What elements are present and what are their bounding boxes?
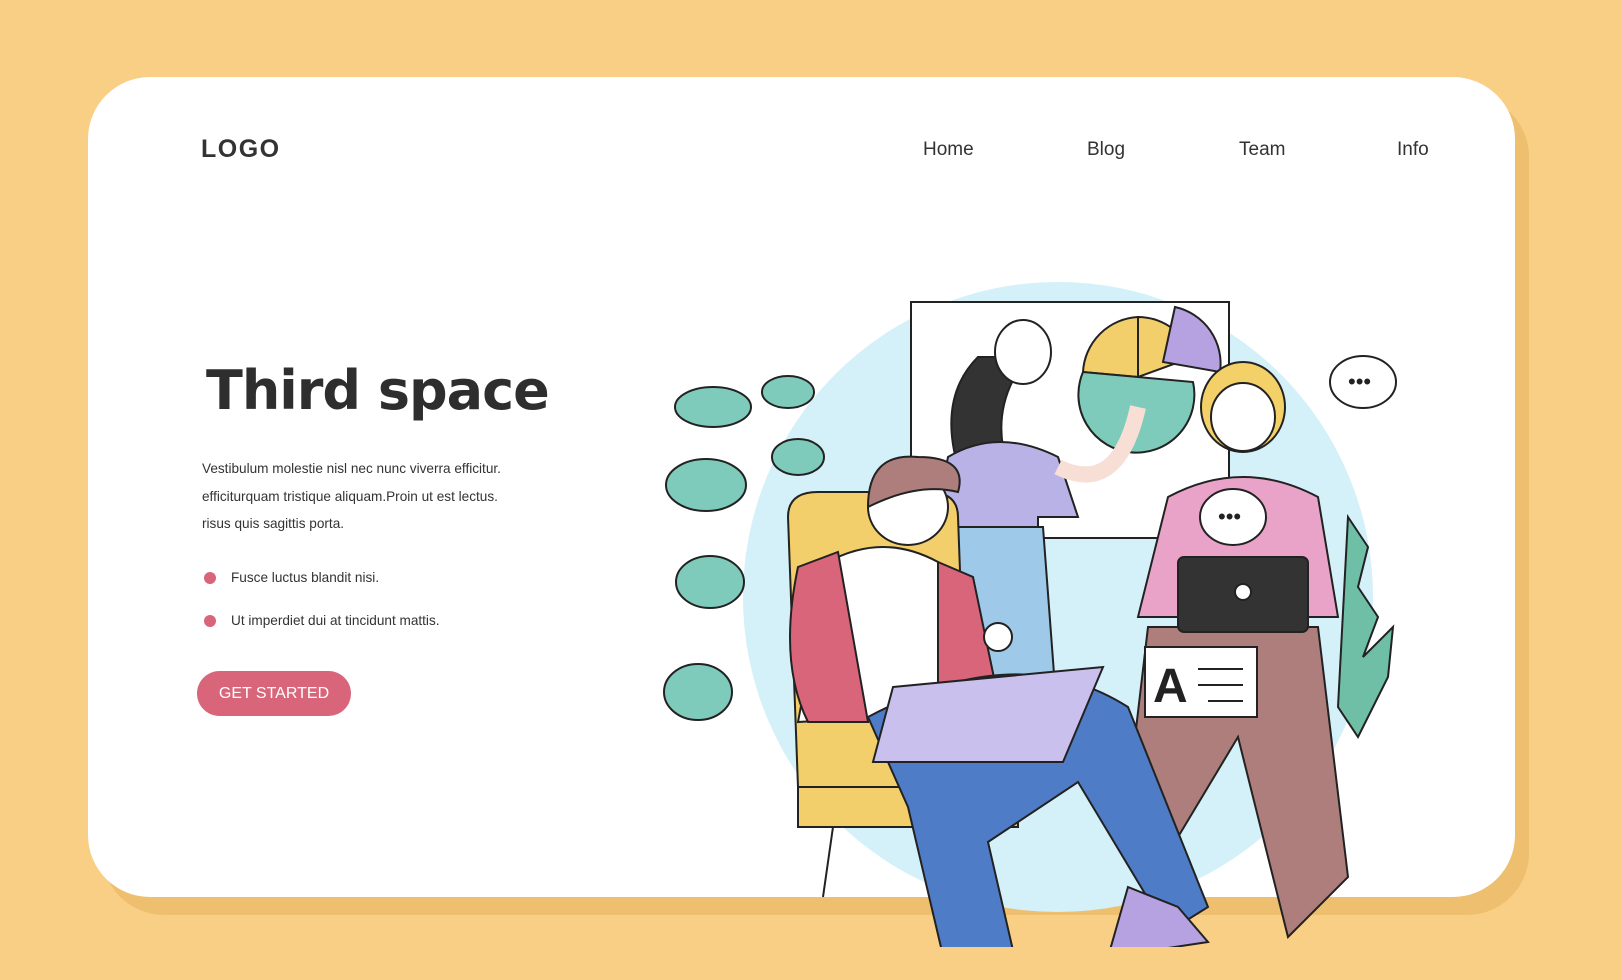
bullet-item: Fusce luctus blandit nisi. <box>202 570 379 585</box>
text-card: A <box>1144 646 1258 718</box>
plant-right <box>1336 513 1395 739</box>
paragraph-line: efficiturquam tristique aliquam.Proin ut… <box>202 488 498 504</box>
nav-team[interactable]: Team <box>1239 139 1285 161</box>
svg-text:•••: ••• <box>1348 369 1371 394</box>
bullet-dot-icon <box>204 571 216 584</box>
nav-info[interactable]: Info <box>1397 139 1429 161</box>
bullet-text: Fusce luctus blandit nisi. <box>231 570 380 585</box>
bullet-item: Ut imperdiet dui at tincidunt mattis. <box>202 613 440 628</box>
get-started-button[interactable]: GET STARTED <box>197 671 351 716</box>
logo[interactable]: LOGO <box>201 135 281 164</box>
team-illustration: ••• ••• A <box>663 282 1397 947</box>
paragraph-line: risus quis sagittis porta. <box>202 516 345 531</box>
hero-paragraph: Vestibulum molestie nisl nec nunc viverr… <box>202 455 542 538</box>
bullet-dot-icon <box>204 614 216 627</box>
landing-card: LOGO Home Blog Team Info Third space Ves… <box>88 77 1515 947</box>
page-title: Third space <box>206 359 550 422</box>
caption-letter: A <box>1153 660 1188 713</box>
paragraph-line: Vestibulum molestie nisl nec nunc viverr… <box>202 461 501 476</box>
svg-text:•••: ••• <box>1218 504 1241 529</box>
nav-blog[interactable]: Blog <box>1087 139 1125 161</box>
nav-home[interactable]: Home <box>923 139 974 161</box>
bullet-text: Ut imperdiet dui at tincidunt mattis. <box>231 613 440 628</box>
